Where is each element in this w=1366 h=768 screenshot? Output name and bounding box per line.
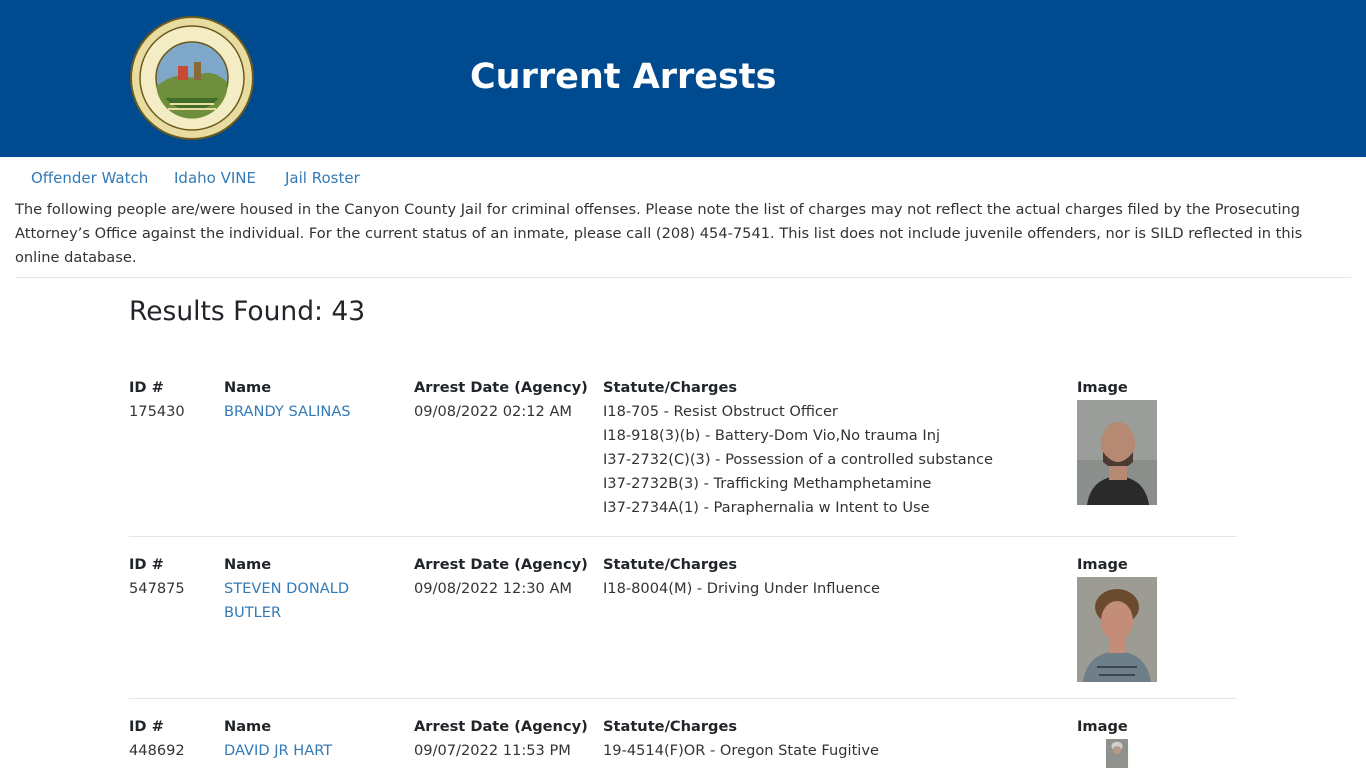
image-column-header: Image bbox=[1077, 556, 1128, 573]
arrest-date: 09/08/2022 02:12 AM bbox=[414, 403, 573, 420]
arrest-date: 09/07/2022 11:53 PM bbox=[414, 742, 571, 759]
name-column-header: Name bbox=[224, 379, 272, 396]
section-divider bbox=[15, 277, 1351, 278]
arrest-date-column-header: Arrest Date (Agency) bbox=[414, 379, 588, 396]
name-column-header: Name bbox=[224, 718, 272, 735]
name-column-header: Name bbox=[224, 556, 272, 573]
image-column-header: Image bbox=[1077, 379, 1128, 396]
mugshot-image[interactable] bbox=[1077, 577, 1157, 682]
arrest-date-column-header: Arrest Date (Agency) bbox=[414, 556, 588, 573]
charge-item: I18-705 - Resist Obstruct Officer bbox=[603, 403, 838, 420]
mugshot-image[interactable] bbox=[1077, 739, 1157, 768]
inmate-name-link[interactable]: DAVID JR HART bbox=[224, 739, 389, 763]
results-count-heading: Results Found: 43 bbox=[129, 296, 366, 327]
canyon-county-seal-logo bbox=[130, 16, 254, 140]
intro-paragraph: The following people are/were housed in … bbox=[15, 201, 1303, 266]
charges-column-header: Statute/Charges bbox=[603, 379, 738, 396]
mugshot-image[interactable] bbox=[1077, 400, 1157, 505]
id-column-header: ID # bbox=[129, 556, 164, 573]
charge-item: I18-918(3)(b) - Battery-Dom Vio,No traum… bbox=[603, 427, 940, 444]
image-column-header: Image bbox=[1077, 718, 1128, 735]
nav-link-jail-roster[interactable]: Jail Roster bbox=[285, 167, 360, 189]
record-divider bbox=[129, 698, 1237, 699]
id-column-header: ID # bbox=[129, 379, 164, 396]
inmate-id: 175430 bbox=[129, 403, 185, 420]
charge-item: I37-2734A(1) - Paraphernalia w Intent to… bbox=[603, 499, 930, 516]
inmate-name-link[interactable]: BRANDY SALINAS bbox=[224, 400, 389, 424]
arrest-date: 09/08/2022 12:30 AM bbox=[414, 580, 573, 597]
charges-column-header: Statute/Charges bbox=[603, 718, 738, 735]
inmate-name-link[interactable]: STEVEN DONALD BUTLER bbox=[224, 577, 389, 625]
inmate-id: 547875 bbox=[129, 580, 185, 597]
record-divider bbox=[129, 536, 1237, 537]
charge-item: 19-4514(F)OR - Oregon State Fugitive bbox=[603, 742, 879, 759]
charge-item: I37-2732B(3) - Trafficking Methamphetami… bbox=[603, 475, 932, 492]
nav-link-offender-watch[interactable]: Offender Watch bbox=[31, 167, 148, 189]
id-column-header: ID # bbox=[129, 718, 164, 735]
inmate-id: 448692 bbox=[129, 742, 185, 759]
charge-item: I37-2732(C)(3) - Possession of a control… bbox=[603, 451, 993, 468]
page-title: Current Arrests bbox=[470, 57, 777, 97]
arrest-date-column-header: Arrest Date (Agency) bbox=[414, 718, 588, 735]
charges-column-header: Statute/Charges bbox=[603, 556, 738, 573]
nav-link-idaho-vine[interactable]: Idaho VINE bbox=[174, 167, 256, 189]
page-header: Current Arrests bbox=[0, 0, 1366, 157]
charge-item: I18-8004(M) - Driving Under Influence bbox=[603, 580, 880, 597]
